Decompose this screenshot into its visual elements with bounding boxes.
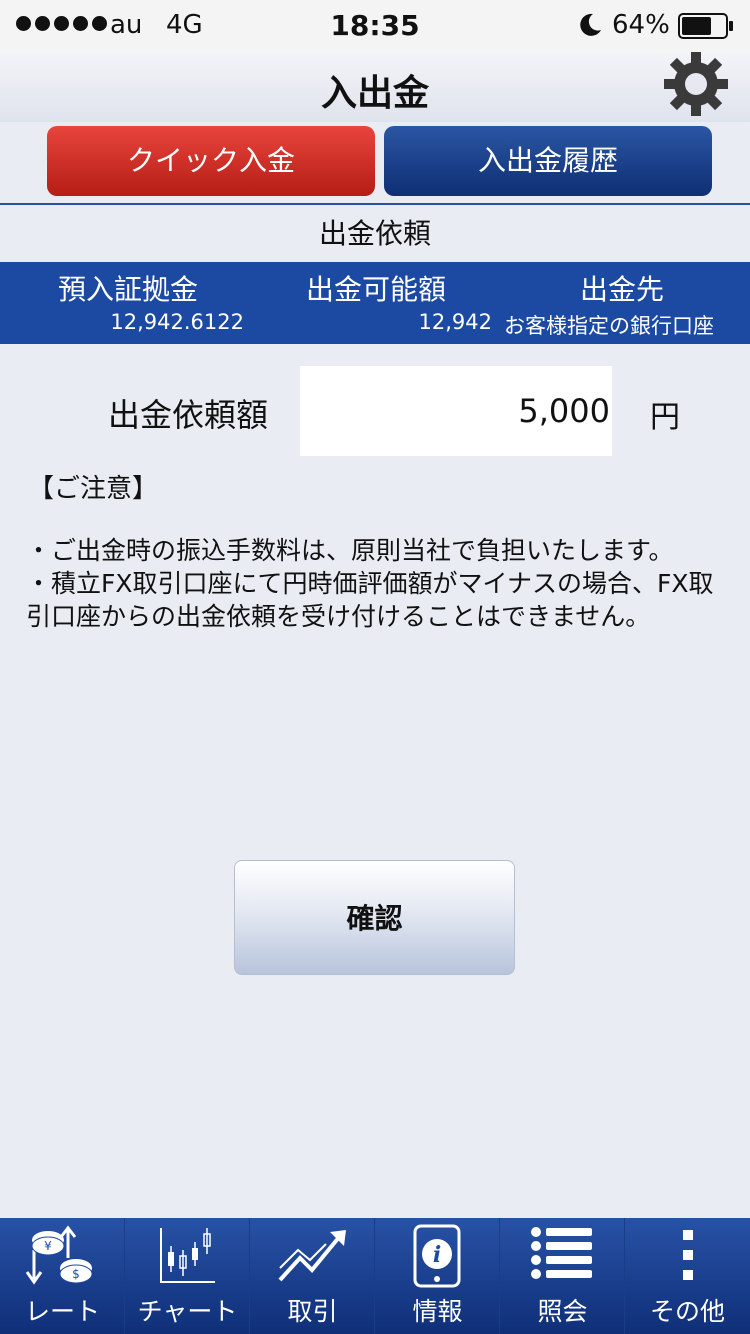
rate-icon: ¥ $ (25, 1225, 93, 1285)
tab-inquiry[interactable]: 照会 (500, 1218, 625, 1334)
tab-info[interactable]: i 情報 (375, 1218, 500, 1334)
deposit-value: 12,942.6122 (110, 310, 244, 334)
svg-text:¥: ¥ (44, 1239, 52, 1253)
notice-heading: 【ご注意】 (28, 474, 159, 504)
list-icon (531, 1227, 592, 1279)
amount-input[interactable] (300, 366, 612, 456)
notice-line-2: ・積立FX取引口座にて円時価評価額がマイナスの場合、FX取引口座からの出金依頼を… (26, 569, 714, 631)
confirm-button[interactable]: 確認 (234, 860, 515, 975)
deposit-header: 預入証拠金 (57, 273, 198, 306)
divider (0, 203, 750, 205)
tab-label: 取引 (287, 1297, 338, 1326)
notice-line-1: ・ご出金時の振込手数料は、原則当社で負担いたします。 (26, 536, 674, 565)
section-title: 出金依頼 (318, 217, 431, 250)
history-button[interactable]: 入出金履歴 (384, 126, 712, 196)
destination-value: お客様指定の銀行口座 (504, 314, 714, 338)
page-title: 入出金 (320, 73, 429, 114)
more-icon (682, 1230, 693, 1280)
amount-unit: 円 (650, 400, 680, 435)
withdrawable-value: 12,942 (418, 310, 492, 334)
account-info-band: 預入証拠金 出金可能額 出金先 12,942.6122 12,942 お客様指定… (0, 262, 750, 344)
tab-label: その他 (649, 1297, 725, 1326)
navigation-bar: 入出金 (0, 52, 750, 122)
battery-icon (678, 13, 733, 39)
tab-rate[interactable]: ¥ $ レート (0, 1218, 125, 1334)
tab-label: 情報 (412, 1297, 463, 1326)
quick-deposit-button[interactable]: クイック入金 (47, 126, 375, 196)
tab-chart[interactable]: チャート (125, 1218, 250, 1334)
tab-other[interactable]: その他 (625, 1218, 750, 1334)
destination-header: 出金先 (579, 273, 664, 306)
battery-percent: 64% (612, 10, 670, 40)
trade-icon (278, 1230, 346, 1282)
tab-label: 照会 (537, 1297, 588, 1326)
tab-label: チャート (137, 1297, 238, 1326)
status-bar: au 4G 18:35 64% (0, 0, 750, 52)
gear-icon[interactable] (660, 48, 732, 120)
moon-icon (580, 13, 601, 36)
tab-bar: ¥ $ レート チャート 取引 i 情報 照会 その他 (0, 1218, 750, 1334)
tab-label: レート (24, 1297, 100, 1326)
tab-trade[interactable]: 取引 (250, 1218, 375, 1334)
amount-label: 出金依頼額 (108, 396, 269, 434)
notice-text: ・ご出金時の振込手数料は、原則当社で負担いたします。 ・積立FX取引口座にて円時… (26, 534, 716, 633)
svg-text:$: $ (72, 1267, 80, 1281)
svg-text:i: i (433, 1242, 441, 1268)
info-icon: i (413, 1224, 461, 1288)
chart-icon (160, 1228, 215, 1283)
withdrawable-header: 出金可能額 (305, 273, 446, 306)
